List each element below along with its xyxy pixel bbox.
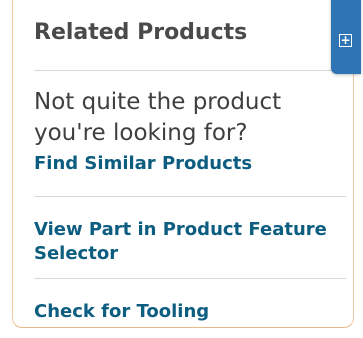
plus-box-icon: +: [339, 33, 352, 47]
section-divider: [34, 196, 346, 197]
title-divider: [34, 70, 346, 71]
related-products-page: Related Products Not quite the product y…: [0, 0, 363, 338]
feedback-tab[interactable]: Fe +: [331, 0, 361, 74]
panel-title: Related Products: [34, 20, 248, 45]
intro-text: Not quite the product you're looking for…: [34, 89, 282, 146]
check-tooling-link[interactable]: Check for Tooling: [34, 300, 334, 324]
find-similar-products-link[interactable]: Find Similar Products: [34, 152, 334, 176]
product-feature-selector-link[interactable]: View Part in Product Feature Selector: [34, 218, 334, 266]
section-divider: [34, 278, 346, 279]
